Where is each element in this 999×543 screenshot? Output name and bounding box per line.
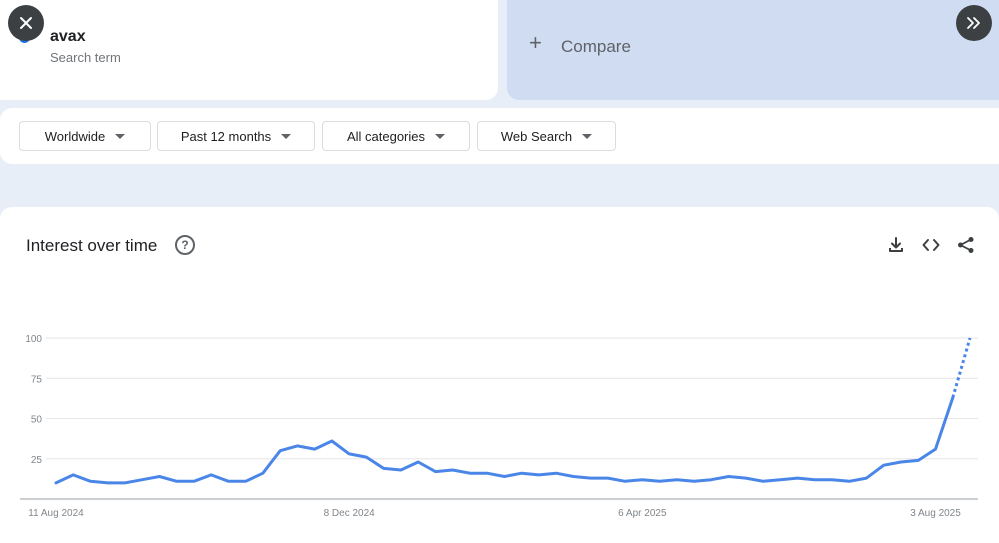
search-type-filter[interactable]: Web Search — [477, 121, 616, 151]
y-tick-label: 100 — [25, 334, 42, 345]
compare-label: Compare — [561, 37, 631, 56]
caret-down-icon — [115, 133, 126, 139]
y-tick-label: 25 — [31, 455, 43, 466]
expand-button[interactable] — [956, 5, 992, 41]
region-filter-label: Worldwide — [44, 128, 106, 144]
double-chevron-right-icon — [967, 17, 980, 29]
search-type-filter-label: Web Search — [500, 128, 573, 144]
time-range-filter-label: Past 12 months — [180, 128, 272, 144]
series-line — [54, 396, 955, 485]
x-tick-label: 3 Aug 2025 — [910, 508, 961, 519]
y-tick-label: 75 — [31, 374, 43, 385]
compare-button[interactable]: + Compare — [507, 0, 999, 100]
series-line-partial — [951, 337, 972, 399]
filter-bar: Worldwide Past 12 months All categories … — [0, 108, 999, 164]
close-button[interactable] — [8, 5, 44, 41]
search-term-card[interactable]: avax Search term — [0, 0, 498, 100]
x-tick-label: 6 Apr 2025 — [618, 508, 667, 519]
close-icon — [20, 17, 32, 29]
y-tick-label: 50 — [31, 415, 43, 426]
interest-over-time-card: Interest over time ? 25 50 75 100 11 Aug 202… — [0, 207, 999, 543]
region-filter[interactable]: Worldwide — [19, 121, 151, 151]
caret-down-icon — [435, 133, 446, 139]
caret-down-icon — [281, 133, 292, 139]
search-term-name[interactable]: avax — [50, 28, 86, 46]
x-tick-label: 8 Dec 2024 — [324, 508, 376, 519]
time-range-filter[interactable]: Past 12 months — [157, 121, 315, 151]
caret-down-icon — [582, 133, 593, 139]
interest-line-chart: 25 50 75 100 11 Aug 2024 8 Dec 2024 6 Apr 2025… — [20, 334, 978, 519]
plus-icon: + — [529, 30, 542, 55]
x-tick-label: 11 Aug 2024 — [28, 508, 84, 519]
search-term-label: Search term — [50, 50, 121, 65]
category-filter[interactable]: All categories — [322, 121, 470, 151]
category-filter-label: All categories — [346, 128, 426, 144]
